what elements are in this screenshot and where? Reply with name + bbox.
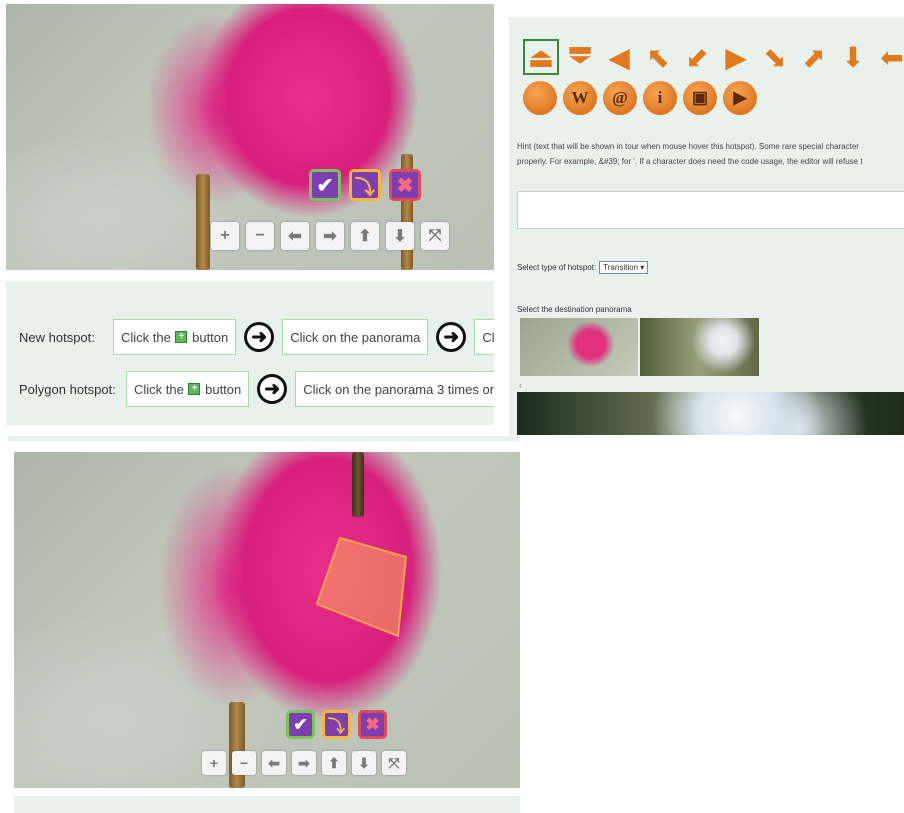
arrow-down-right-icon[interactable]: ⬊ (757, 39, 793, 75)
arrow-right-icon: ➜ (436, 322, 467, 352)
bottom-bar (14, 796, 520, 813)
panorama-view-bottom[interactable]: ✔ ⤵ ✖ + − ⬅ ➡ ⬆ ⬇ ⤧ (14, 452, 520, 788)
pan-up-button[interactable]: ⬆ (351, 222, 379, 250)
pan-down-button[interactable]: ⬇ (386, 222, 414, 250)
hint-input[interactable] (517, 191, 904, 229)
zoom-in-button[interactable]: + (211, 222, 239, 250)
destination-preview (517, 392, 904, 435)
destination-thumbnail-flower[interactable] (520, 318, 638, 376)
panorama-nav-bar: + − ⬅ ➡ ⬆ ⬇ ⤧ (211, 222, 449, 250)
arrow-up-left-icon[interactable]: ⬉ (640, 39, 676, 75)
zoom-out-button[interactable]: − (232, 751, 256, 775)
step-click-truncated: Click th (474, 319, 494, 355)
new-hotspot-label: New hotspot: (19, 329, 95, 345)
fullscreen-button[interactable]: ⤧ (421, 222, 449, 250)
divider (8, 436, 519, 441)
hotspot-action-bar: ✔ ⤵ ✖ (309, 169, 421, 201)
arrow-left-icon[interactable]: ◀ (601, 39, 637, 75)
arrow-down-icon[interactable]: ⬇ (835, 39, 871, 75)
close-icon: ✖ (396, 174, 414, 197)
arrow-down-left-icon[interactable]: ⬋ (679, 39, 715, 75)
check-icon: ✔ (316, 174, 334, 197)
arrow-down-icon[interactable]: ⏏ (562, 39, 598, 75)
confirm-hotspot-button[interactable]: ✔ (286, 710, 315, 739)
hotspot-instructions: New hotspot: Click the + button ➜ Click … (6, 281, 494, 425)
redo-hotspot-button[interactable]: ⤵ (349, 169, 381, 201)
polygon-hotspot-row: Polygon hotspot: Click the + button ➜ Cl… (6, 371, 494, 407)
delete-hotspot-button[interactable]: ✖ (389, 169, 421, 201)
hotspot-action-bar: ✔ ⤵ ✖ (286, 710, 387, 739)
circle-icon[interactable] (523, 81, 557, 115)
add-icon: + (175, 331, 188, 343)
info-icon[interactable]: i (643, 81, 677, 115)
destination-thumbnail-blossom[interactable] (640, 318, 759, 376)
step-click-add: Click the + button (126, 371, 250, 407)
arrow-up-right-icon[interactable]: ⬈ (796, 39, 832, 75)
panorama-nav-bar: + − ⬅ ➡ ⬆ ⬇ ⤧ (202, 751, 406, 775)
destination-label: Select the destination panorama (517, 305, 632, 314)
pan-right-button[interactable]: ➡ (316, 222, 344, 250)
hotspot-icon-row-round: W @ i ▣ ▶ (523, 81, 763, 115)
hotspot-type-select[interactable]: Transition ▾ (599, 261, 649, 274)
close-icon: ✖ (365, 714, 380, 734)
step-click-panorama: Click on the panorama (282, 319, 429, 355)
panorama-view-top[interactable]: ✔ ⤵ ✖ + − ⬅ ➡ ⬆ ⬇ ⤧ (6, 4, 494, 270)
pan-left-button[interactable]: ⬅ (262, 751, 286, 775)
email-icon[interactable]: @ (603, 81, 637, 115)
hotspot-editor: ⏏ ⏏ ◀ ⬉ ⬋ ▶ ⬊ ⬈ ⬇ ⬅ W @ i ▣ ▶ Hint (text… (509, 17, 904, 435)
fullscreen-button[interactable]: ⤧ (382, 751, 406, 775)
pan-left-button[interactable]: ⬅ (281, 222, 309, 250)
hotspot-icon-row-arrows: ⏏ ⏏ ◀ ⬉ ⬋ ▶ ⬊ ⬈ ⬇ ⬅ (523, 39, 904, 75)
step-click-add: Click the + button (113, 319, 237, 355)
delete-hotspot-button[interactable]: ✖ (358, 710, 387, 739)
hotspot-type-label: Select type of hotspot: (517, 263, 597, 272)
pan-down-button[interactable]: ⬇ (352, 751, 376, 775)
redo-icon: ⤵ (355, 176, 375, 199)
zoom-out-button[interactable]: − (246, 222, 274, 250)
arrow-right-icon[interactable]: ▶ (718, 39, 754, 75)
arrow-right-icon: ➜ (244, 322, 275, 352)
pan-up-button[interactable]: ⬆ (322, 751, 346, 775)
step-click-panorama-multiple: Click on the panorama 3 times or more (295, 371, 494, 407)
arrow-right-icon: ➜ (257, 374, 288, 404)
polygon-hotspot-shape[interactable] (315, 536, 408, 638)
redo-icon: ⤵ (328, 717, 345, 736)
pan-right-button[interactable]: ➡ (292, 751, 316, 775)
confirm-hotspot-button[interactable]: ✔ (309, 169, 341, 201)
zoom-in-button[interactable]: + (202, 751, 226, 775)
new-hotspot-row: New hotspot: Click the + button ➜ Click … (6, 319, 494, 355)
camera-icon[interactable]: ▣ (683, 81, 717, 115)
check-icon: ✔ (293, 714, 308, 734)
arrow-left-icon[interactable]: ⬅ (874, 39, 904, 75)
polygon-hotspot[interactable] (14, 452, 520, 788)
flower-stem (196, 174, 210, 270)
play-icon[interactable]: ▶ (723, 81, 757, 115)
add-icon: + (188, 383, 201, 395)
arrow-up-icon[interactable]: ⏏ (523, 39, 559, 75)
polygon-hotspot-label: Polygon hotspot: (19, 381, 116, 397)
redo-hotspot-button[interactable]: ⤵ (322, 710, 351, 739)
hotspot-type-row: Select type of hotspot: Transition ▾ (517, 261, 649, 274)
wikipedia-icon[interactable]: W (563, 81, 597, 115)
scroll-left-icon[interactable]: ‹ (519, 381, 522, 390)
hint-help-text: Hint (text that will be shown in tour wh… (517, 142, 863, 166)
